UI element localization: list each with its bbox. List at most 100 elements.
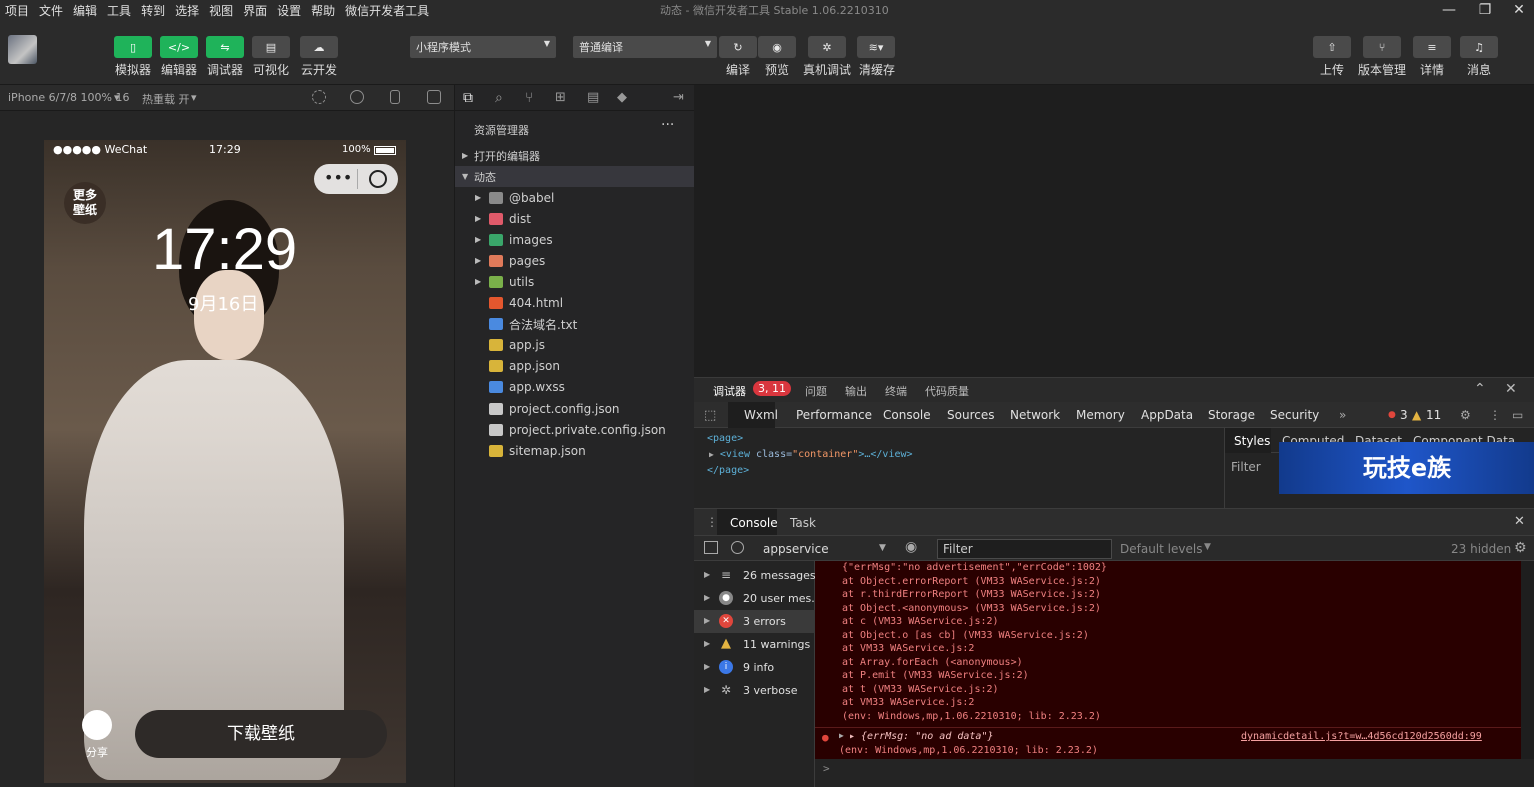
levels-select[interactable]: Default levels xyxy=(1120,542,1202,556)
popout-icon[interactable] xyxy=(427,90,441,104)
extensions-icon[interactable]: ⊞ xyxy=(555,90,566,105)
close-window-icon[interactable]: ✕ xyxy=(1502,0,1534,20)
eye-icon[interactable]: ◉ xyxy=(905,539,917,555)
search-icon[interactable]: ⌕ xyxy=(495,90,503,106)
styles-filter[interactable]: Filter xyxy=(1231,460,1261,474)
tab-storage[interactable]: Storage xyxy=(1208,408,1255,422)
kebab-icon[interactable]: ⋮ xyxy=(1489,408,1501,422)
sidebar-item-warning[interactable]: ▶ ▲ 11 warnings xyxy=(694,633,815,656)
sidebar-item-verbose[interactable]: ▶ ✲ 3 verbose xyxy=(694,679,815,702)
sidebar-toggle-icon[interactable] xyxy=(704,541,718,554)
tab-terminal[interactable]: 终端 xyxy=(885,383,907,399)
stack-trace-line[interactable]: (env: Windows,mp,1.06.2210310; lib: 2.23… xyxy=(842,711,1101,722)
file-item[interactable]: app.js xyxy=(455,335,695,356)
file-item[interactable]: app.wxss xyxy=(455,377,695,398)
file-item[interactable]: app.json xyxy=(455,356,695,377)
menu-interface[interactable]: 界面 xyxy=(238,2,272,19)
clear-console-icon[interactable] xyxy=(731,541,744,554)
editor-button[interactable]: </> xyxy=(160,36,198,58)
sidebar-item-list[interactable]: ▶ ≡ 26 messages xyxy=(694,564,816,587)
source-link[interactable]: dynamicdetail.js?t=w…4d56cd120d2560dd:99 xyxy=(1241,731,1482,742)
more-icon[interactable]: ··· xyxy=(661,117,674,133)
cloud-button[interactable]: ☁ xyxy=(300,36,338,58)
file-item[interactable]: sitemap.json xyxy=(455,440,695,461)
more-dots-icon[interactable]: ••• xyxy=(324,168,352,187)
menu-view[interactable]: 视图 xyxy=(204,2,238,19)
maximize-icon[interactable]: ❐ xyxy=(1468,0,1502,20)
menu-file[interactable]: 文件 xyxy=(34,2,68,19)
console-filter-input[interactable]: Filter xyxy=(937,539,1112,559)
tab-wxml[interactable]: Wxml xyxy=(744,408,778,422)
device-select[interactable]: iPhone 6/7/8 100% 16 xyxy=(8,91,129,104)
wxml-view-node[interactable]: ▶ <view class="container">…</view> xyxy=(709,449,913,460)
minimize-icon[interactable]: — xyxy=(1432,0,1466,20)
close-capsule-icon[interactable] xyxy=(369,170,387,188)
tab-performance[interactable]: Performance xyxy=(796,408,872,422)
menu-settings[interactable]: 设置 xyxy=(272,2,306,19)
hotreload-toggle[interactable]: 热重载 开 xyxy=(142,91,190,107)
stack-trace-line[interactable]: at t (VM33 WAService.js:2) xyxy=(842,684,999,695)
stack-trace-line[interactable]: at Object.<anonymous> (VM33 WAService.js… xyxy=(842,603,1101,614)
stack-trace-line[interactable]: at Array.forEach (<anonymous>) xyxy=(842,657,1023,668)
message-button[interactable]: ♫ xyxy=(1460,36,1498,58)
more-wallpaper-badge[interactable]: 更多壁纸 xyxy=(64,182,106,224)
stack-trace-line[interactable]: at P.emit (VM33 WAService.js:2) xyxy=(842,670,1029,681)
tab-styles[interactable]: Styles xyxy=(1234,434,1270,448)
menu-devtools[interactable]: 微信开发者工具 xyxy=(340,2,434,19)
sidebar-item-user[interactable]: ▶ ● 20 user mes... xyxy=(694,587,822,610)
tab-output[interactable]: 输出 xyxy=(845,383,867,399)
stack-trace-line[interactable]: at VM33 WAService.js:2 xyxy=(842,643,974,654)
compile-select[interactable]: 普通编译 ▼ xyxy=(573,36,717,58)
tab-drawer-task[interactable]: Task xyxy=(790,516,816,530)
sidebar-item-info[interactable]: ▶ i 9 info xyxy=(694,656,815,679)
wxml-page-open[interactable]: <page> xyxy=(707,433,743,444)
folder-item[interactable]: ▶ dist xyxy=(455,208,695,229)
menu-goto[interactable]: 转到 xyxy=(136,2,170,19)
upload-button[interactable]: ⇧ xyxy=(1313,36,1351,58)
mode-select[interactable]: 小程序模式 ▼ xyxy=(410,36,556,58)
stack-trace-line[interactable]: at r.thirdErrorReport (VM33 WAService.js… xyxy=(842,589,1101,600)
stack-trace-line[interactable]: at VM33 WAService.js:2 xyxy=(842,697,974,708)
real-debug-button[interactable]: ✲ xyxy=(808,36,846,58)
folder-item[interactable]: ▶ @babel xyxy=(455,187,695,208)
preview-button[interactable]: ◉ xyxy=(758,36,796,58)
open-editors-section[interactable]: ▶ 打开的编辑器 xyxy=(455,145,695,166)
git-icon[interactable]: ⑂ xyxy=(525,90,533,106)
detail-button[interactable]: ≡ xyxy=(1413,36,1451,58)
close-drawer-icon[interactable]: ✕ xyxy=(1514,514,1525,529)
files-icon[interactable]: ⧉ xyxy=(463,90,473,106)
tab-console[interactable]: Console xyxy=(883,408,931,422)
clear-cache-button[interactable]: ≋▾ xyxy=(857,36,895,58)
tab-debugger[interactable]: 调试器 xyxy=(713,383,746,399)
close-panel-icon[interactable]: ✕ xyxy=(1505,381,1517,397)
folder-item[interactable]: ▶ images xyxy=(455,229,695,250)
tab-sources[interactable]: Sources xyxy=(947,408,994,422)
file-item[interactable]: project.config.json xyxy=(455,398,695,419)
docker-icon[interactable]: ◆ xyxy=(617,90,627,105)
error-message[interactable]: ▸ {errMsg: "no ad data"} xyxy=(849,731,994,742)
collapse-panel-icon[interactable]: ⇥ xyxy=(673,90,684,105)
tab-code-quality[interactable]: 代码质量 xyxy=(925,383,969,399)
gear-icon[interactable]: ⚙ xyxy=(1460,408,1471,422)
rotate-icon[interactable] xyxy=(312,90,326,104)
phone-frame-icon[interactable] xyxy=(390,90,400,104)
menu-edit[interactable]: 编辑 xyxy=(68,2,102,19)
tab-drawer-console[interactable]: Console xyxy=(730,516,778,530)
share-icon[interactable] xyxy=(82,710,112,740)
more-tabs-icon[interactable]: » xyxy=(1339,408,1346,422)
stack-trace-line[interactable]: at Object.o [as cb] (VM33 WAService.js:2… xyxy=(842,630,1089,641)
menu-select[interactable]: 选择 xyxy=(170,2,204,19)
compile-button[interactable]: ↻ xyxy=(719,36,757,58)
version-button[interactable]: ⑂ xyxy=(1363,36,1401,58)
tab-security[interactable]: Security xyxy=(1270,408,1319,422)
file-item[interactable]: 合法域名.txt xyxy=(455,314,695,335)
context-select[interactable]: appservice xyxy=(763,542,829,556)
panel-icon[interactable]: ▤ xyxy=(587,90,599,105)
tab-memory[interactable]: Memory xyxy=(1076,408,1125,422)
inspect-icon[interactable]: ⬚ xyxy=(704,408,716,423)
stack-trace-line[interactable]: at c (VM33 WAService.js:2) xyxy=(842,616,999,627)
folder-item[interactable]: ▶ utils xyxy=(455,271,695,292)
project-root[interactable]: ▼ 动态 xyxy=(455,166,695,187)
console-prompt[interactable]: > xyxy=(815,759,1534,787)
tab-issues[interactable]: 问题 xyxy=(805,383,827,399)
